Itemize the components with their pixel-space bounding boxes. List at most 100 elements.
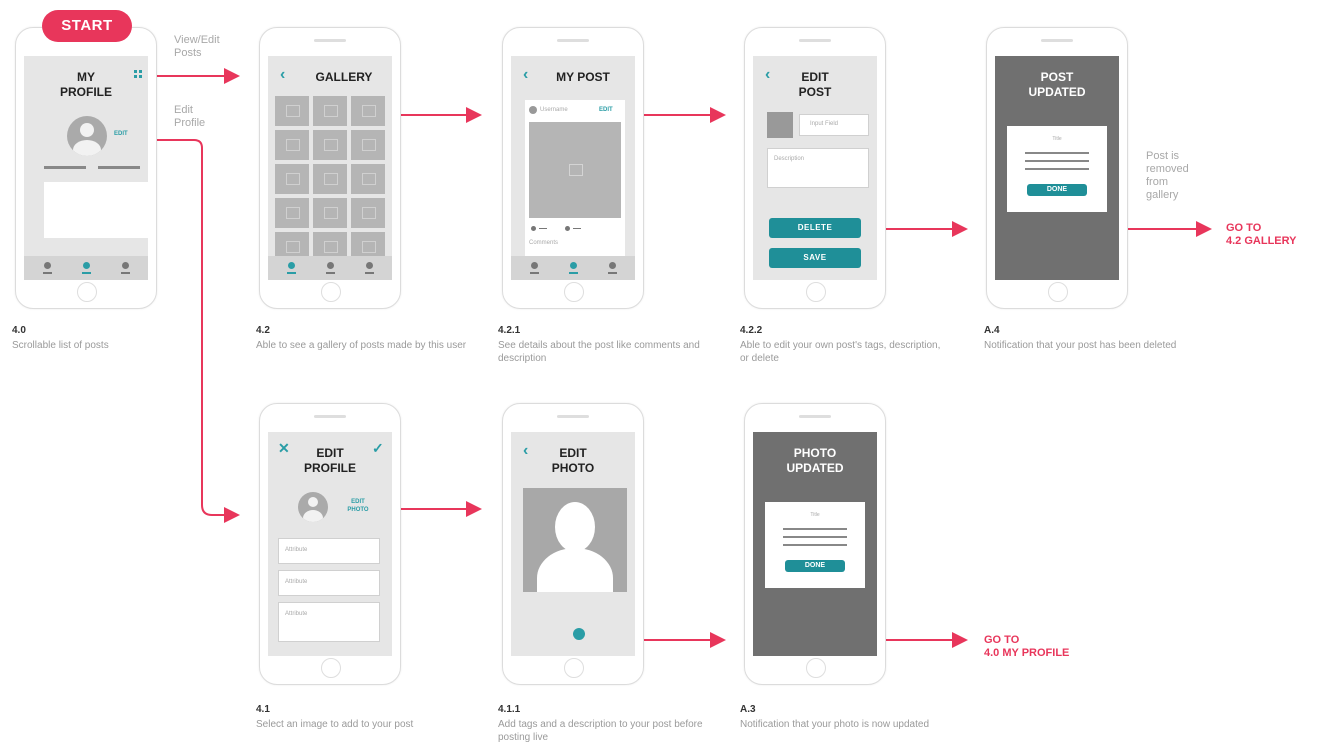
nav-settings-icon[interactable] xyxy=(365,262,374,274)
goto-profile-line2: 4.0 MY PROFILE xyxy=(984,647,1070,659)
post-thumbnail xyxy=(767,112,793,138)
gallery-thumb[interactable] xyxy=(275,130,309,160)
goto-gallery-line1: GO TO xyxy=(1226,222,1262,234)
nav-settings-icon[interactable] xyxy=(608,262,617,274)
start-label: START xyxy=(61,17,113,34)
screen-title: POST UPDATED xyxy=(1028,70,1086,99)
caption-number: 4.0 xyxy=(12,325,26,336)
caption-description: Scrollable list of posts xyxy=(12,340,109,351)
phone-edit-post: ‹ EDIT POST Input Field Description DELE… xyxy=(744,27,886,309)
screen-my-profile: MY PROFILE EDIT xyxy=(24,56,148,280)
attribute-field[interactable]: Attribute xyxy=(278,602,380,642)
post-image xyxy=(529,122,621,218)
gallery-thumb[interactable] xyxy=(351,96,385,126)
screen-title: GALLERY xyxy=(315,70,373,84)
goto-profile[interactable]: GO TO 4.0 MY PROFILE xyxy=(984,634,1069,660)
caption-description: Add tags and a description to your post … xyxy=(498,719,703,743)
gallery-thumb[interactable] xyxy=(351,130,385,160)
like-indicator[interactable] xyxy=(531,226,551,231)
input-field[interactable]: Input Field xyxy=(799,114,869,136)
bottom-nav xyxy=(24,256,148,280)
capture-button[interactable] xyxy=(573,628,585,640)
gallery-thumb[interactable] xyxy=(351,164,385,194)
phone-speaker xyxy=(1041,39,1073,42)
modal-text-line xyxy=(783,528,847,530)
comment-indicator[interactable] xyxy=(565,226,585,231)
caption-number: A.3 xyxy=(740,704,756,715)
delete-button[interactable]: DELETE xyxy=(769,218,861,238)
close-icon[interactable]: ✕ xyxy=(278,440,290,457)
gallery-thumb[interactable] xyxy=(351,198,385,228)
gallery-thumb[interactable] xyxy=(313,198,347,228)
phone-gallery: ‹ GALLERY xyxy=(259,27,401,309)
post-username: Username xyxy=(540,107,568,113)
phone-home-button xyxy=(321,282,341,302)
phone-post-updated: POST UPDATED Title DONE xyxy=(986,27,1128,309)
nav-home-icon[interactable] xyxy=(43,262,52,274)
screen-title: MY POST xyxy=(556,70,610,84)
done-button[interactable]: DONE xyxy=(785,560,845,572)
gallery-thumb[interactable] xyxy=(313,130,347,160)
phone-speaker xyxy=(314,39,346,42)
image-placeholder-icon xyxy=(569,164,583,176)
edit-profile-link[interactable]: EDIT xyxy=(114,131,128,137)
screen-edit-profile: ✕ ✓ EDIT PROFILE EDIT PHOTO Attribute At… xyxy=(268,432,392,656)
back-icon[interactable]: ‹ xyxy=(765,66,770,84)
gallery-thumb[interactable] xyxy=(313,164,347,194)
goto-gallery-line2: 4.2 GALLERY xyxy=(1226,235,1297,247)
confirm-check-icon[interactable]: ✓ xyxy=(372,440,384,457)
phone-speaker xyxy=(557,39,589,42)
phone-home-button xyxy=(806,658,826,678)
nav-home-icon[interactable] xyxy=(287,262,296,274)
nav-profile-icon[interactable] xyxy=(569,262,578,274)
caption-number: 4.2.1 xyxy=(498,325,521,336)
screen-title: EDIT POST xyxy=(798,70,832,99)
phone-edit-photo: ‹ EDIT PHOTO xyxy=(502,403,644,685)
save-button[interactable]: SAVE xyxy=(769,248,861,268)
attribute-field[interactable]: Attribute xyxy=(278,570,380,596)
done-button[interactable]: DONE xyxy=(1027,184,1087,196)
phone-home-button xyxy=(564,658,584,678)
goto-profile-line1: GO TO xyxy=(984,634,1020,646)
nav-profile-icon[interactable] xyxy=(326,262,335,274)
description-field[interactable]: Description xyxy=(767,148,869,188)
nav-profile-icon[interactable] xyxy=(82,262,91,274)
edit-photo-link[interactable]: EDIT PHOTO xyxy=(342,498,374,514)
stat-bar-left xyxy=(44,166,86,169)
caption-number: 4.1.1 xyxy=(498,704,521,715)
grid-view-icon[interactable] xyxy=(134,70,142,78)
edit-post-link[interactable]: EDIT xyxy=(599,107,613,113)
nav-settings-icon[interactable] xyxy=(121,262,130,274)
phone-my-profile: MY PROFILE EDIT xyxy=(15,27,157,309)
back-icon[interactable]: ‹ xyxy=(523,442,528,460)
bottom-nav xyxy=(268,256,392,280)
goto-gallery[interactable]: GO TO 4.2 GALLERY xyxy=(1226,222,1297,248)
phone-speaker xyxy=(557,415,589,418)
post-card: Username EDIT Comments xyxy=(525,100,625,256)
modal-title: Title xyxy=(810,512,820,518)
nav-home-icon[interactable] xyxy=(530,262,539,274)
screen-title: EDIT PHOTO xyxy=(551,446,595,475)
comments-label: Comments xyxy=(529,240,559,246)
modal-text-line xyxy=(1025,152,1089,154)
attribute-field[interactable]: Attribute xyxy=(278,538,380,564)
phone-my-post: ‹ MY POST Username EDIT Comments xyxy=(502,27,644,309)
screen-gallery: ‹ GALLERY xyxy=(268,56,392,280)
phone-home-button xyxy=(321,658,341,678)
screen-title: PHOTO UPDATED xyxy=(786,446,844,475)
person-silhouette-icon xyxy=(555,502,595,552)
modal-text-line xyxy=(783,536,847,538)
gallery-thumb[interactable] xyxy=(275,96,309,126)
screen-my-post: ‹ MY POST Username EDIT Comments xyxy=(511,56,635,280)
gallery-thumb[interactable] xyxy=(275,164,309,194)
caption-number: 4.2.2 xyxy=(740,325,763,336)
screen-post-updated: POST UPDATED Title DONE xyxy=(995,56,1119,280)
avatar xyxy=(67,116,107,156)
label-view-edit-posts: View/Edit Posts xyxy=(174,34,220,59)
caption-number: A.4 xyxy=(984,325,1000,336)
label-edit-profile: Edit Profile xyxy=(174,104,206,129)
gallery-thumb[interactable] xyxy=(313,96,347,126)
photo-preview xyxy=(523,488,627,592)
gallery-thumb[interactable] xyxy=(275,198,309,228)
caption-description: Able to edit your own post's tags, descr… xyxy=(740,340,941,364)
